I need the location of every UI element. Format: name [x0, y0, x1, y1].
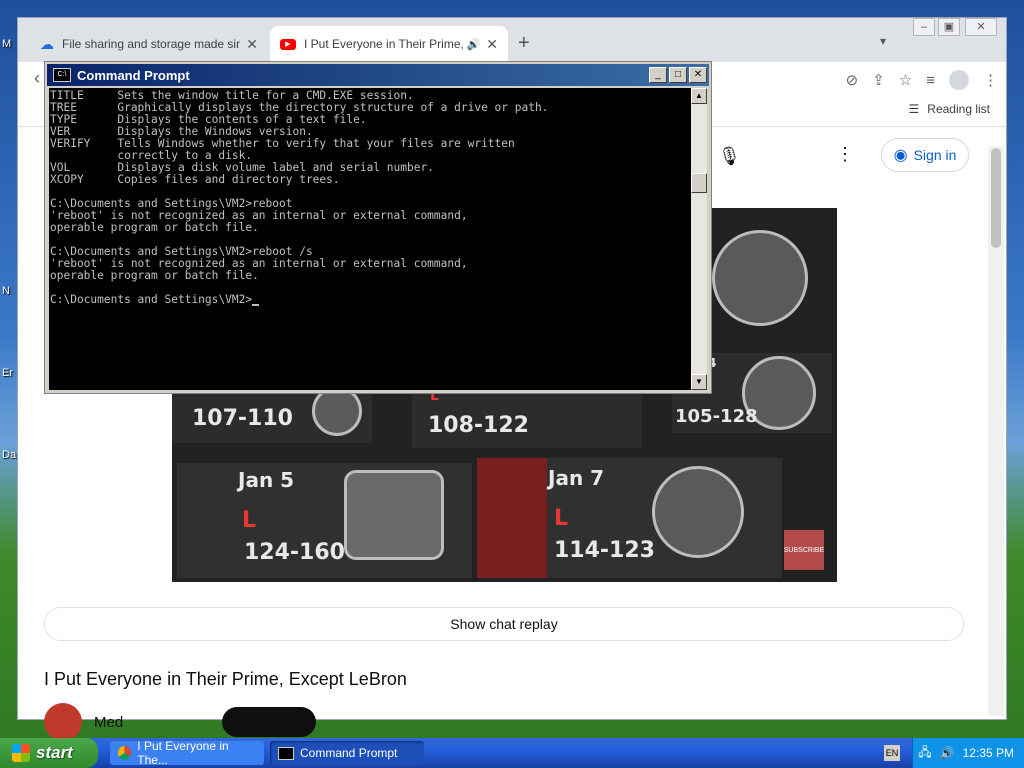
cmd-title: Command Prompt — [77, 67, 190, 83]
start-label: start — [36, 743, 73, 762]
hawks-logo — [712, 230, 808, 326]
close-tab-icon[interactable]: ✕ — [246, 36, 258, 53]
windows-logo-icon — [12, 744, 30, 762]
profile-avatar[interactable] — [949, 70, 969, 90]
share-icon[interactable]: ⇪ — [872, 71, 885, 89]
tab-youtube-video[interactable]: ▶ I Put Everyone in Their Prime, E 🔊 ✕ — [270, 26, 508, 62]
taskbar-item-command-prompt[interactable]: Command Prompt — [270, 741, 424, 765]
taskbar-item-label: Command Prompt — [300, 746, 398, 760]
channel-name[interactable]: Med — [94, 714, 123, 731]
sign-in-button[interactable]: ◉ Sign in — [881, 138, 969, 172]
language-icon[interactable]: EN — [884, 745, 900, 761]
scroll-down-arrow-icon[interactable]: ▼ — [691, 374, 707, 390]
score-text: 107-110 — [192, 406, 293, 431]
tab-title: File sharing and storage made simp — [62, 37, 241, 51]
celtics-logo — [652, 466, 744, 558]
settings-dots-icon[interactable]: ⋮ — [836, 144, 854, 165]
score-text: 114-123 — [554, 538, 655, 563]
close-button[interactable]: ✕ — [689, 67, 707, 83]
desktop-icon-label[interactable]: M — [2, 38, 11, 50]
minimize-button[interactable]: – — [913, 18, 935, 36]
command-prompt-window: C:\ Command Prompt _ □ ✕ TITLE Sets the … — [44, 61, 712, 394]
star-icon[interactable]: ☆ — [899, 71, 912, 89]
chevron-down-icon[interactable]: ▾ — [880, 34, 886, 48]
scroll-thumb[interactable] — [691, 173, 707, 193]
back-arrow-icon[interactable]: ‹ — [34, 68, 40, 89]
scroll-thumb[interactable] — [991, 148, 1001, 248]
microphone-icon[interactable]: 🎙 — [718, 146, 741, 167]
tab-title: I Put Everyone in Their Prime, E — [304, 37, 467, 51]
text-cursor — [252, 295, 260, 306]
account-icon: ◉ — [893, 147, 908, 164]
channel-avatar[interactable] — [44, 703, 82, 741]
start-button[interactable]: start — [0, 738, 98, 768]
game-date: Jan 5 — [238, 468, 295, 492]
subscribe-watermark[interactable]: SUBSCRIBE — [784, 530, 824, 570]
new-tab-button[interactable]: + — [518, 32, 530, 55]
reading-list-label: Reading list — [927, 102, 990, 116]
sign-in-label: Sign in — [913, 147, 957, 163]
loss-marker: L — [554, 506, 569, 531]
score-text: 124-160 — [244, 540, 345, 565]
video-title: I Put Everyone in Their Prime, Except Le… — [44, 669, 407, 689]
game-date: Jan 7 — [548, 466, 605, 490]
cmd-icon: C:\ — [53, 68, 71, 82]
cmd-console[interactable]: TITLE Sets the window title for a CMD.EX… — [49, 88, 691, 390]
chrome-icon — [118, 746, 132, 760]
close-button[interactable]: ✕ — [965, 18, 997, 36]
desktop-icon-label[interactable]: N — [2, 285, 10, 297]
show-chat-replay-button[interactable]: Show chat replay — [44, 607, 964, 641]
menu-dots-icon[interactable]: ⋮ — [983, 71, 998, 89]
knicks-logo — [344, 470, 444, 560]
desktop-icon-label[interactable]: Er — [2, 367, 13, 379]
cmd-icon — [278, 746, 294, 760]
clock[interactable]: 12:35 PM — [963, 746, 1014, 760]
taskbar-item-chrome[interactable]: I Put Everyone in The... — [110, 739, 264, 767]
maximize-button[interactable]: □ — [669, 67, 687, 83]
reading-list-icon: ☰ — [908, 102, 920, 116]
eye-off-icon[interactable]: ⊘ — [846, 71, 859, 89]
tab-file-sharing[interactable]: ☁ File sharing and storage made simp ✕ — [30, 26, 268, 62]
cmd-title-bar[interactable]: C:\ Command Prompt _ □ ✕ — [47, 64, 709, 86]
minimize-button[interactable]: _ — [649, 67, 667, 83]
channel-info[interactable]: Med — [44, 703, 123, 741]
taskbar-item-label: I Put Everyone in The... — [137, 739, 229, 767]
cmd-output: TITLE Sets the window title for a CMD.EX… — [50, 89, 549, 306]
speaker-icon[interactable]: 🔊 — [467, 38, 481, 51]
subscribe-button[interactable] — [222, 707, 316, 737]
close-tab-icon[interactable]: ✕ — [486, 36, 498, 53]
score-text: 105-128 — [675, 406, 758, 427]
taskbar: start I Put Everyone in The... Command P… — [0, 738, 1024, 768]
tab-strip: ☁ File sharing and storage made simp ✕ ▶… — [18, 18, 1006, 62]
cmd-scrollbar[interactable]: ▲ ▼ — [691, 88, 707, 390]
restore-button[interactable]: ▣ — [938, 18, 960, 36]
page-scrollbar[interactable] — [988, 146, 1004, 716]
toolbar-icons: ⊘ ⇪ ☆ ≡ ⋮ — [846, 70, 998, 90]
scroll-up-arrow-icon[interactable]: ▲ — [691, 88, 707, 104]
loss-marker: L — [242, 508, 257, 533]
media-queue-icon[interactable]: ≡ — [926, 72, 935, 89]
youtube-icon: ▶ — [280, 38, 296, 50]
jersey-shape — [477, 458, 547, 578]
score-text: 108-122 — [428, 413, 529, 438]
reading-list-button[interactable]: ☰ Reading list — [909, 102, 990, 116]
network-icon[interactable]: 🖧 — [918, 743, 931, 764]
volume-icon[interactable]: 🔊 — [940, 746, 955, 760]
system-tray: 🖧 🔊 12:35 PM — [912, 738, 1024, 768]
desktop-icon-label[interactable]: Da — [2, 449, 16, 461]
cloud-icon: ☁ — [40, 35, 54, 52]
